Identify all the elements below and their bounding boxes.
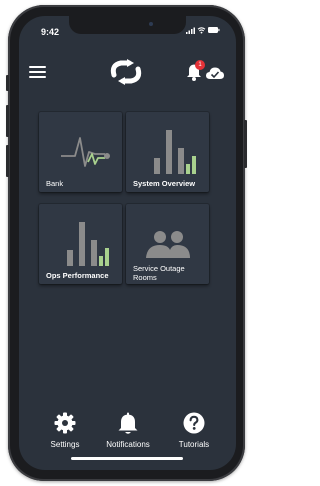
gear-icon [54, 412, 76, 434]
notification-badge: 1 [195, 60, 205, 70]
battery-icon [208, 27, 220, 33]
hamburger-line [29, 66, 46, 68]
people-group-icon [146, 231, 190, 258]
tile-bank[interactable]: Bank [39, 112, 122, 192]
hamburger-line [29, 71, 46, 73]
nav-tutorials[interactable]: Tutorials [164, 412, 224, 452]
nav-label: Settings [50, 440, 80, 449]
tile-system-overview[interactable]: System Overview [126, 112, 209, 192]
cloud-check-icon [206, 67, 224, 79]
tile-ops-performance[interactable]: Ops Performance [39, 204, 122, 284]
power-button [244, 120, 247, 168]
app-logo [106, 57, 146, 92]
signal-icon [186, 27, 195, 34]
tile-label: Bank [46, 179, 64, 188]
tile-label: Service Outage Rooms [133, 264, 185, 282]
bar-chart-icon [154, 130, 196, 174]
wifi-icon [197, 27, 206, 32]
hamburger-line [29, 76, 46, 78]
bottom-nav: Settings Notifications Tutorials [19, 412, 236, 452]
front-camera [149, 22, 153, 26]
menu-button[interactable] [29, 66, 49, 80]
volume-down-button [6, 145, 9, 177]
tile-label: Ops Performance [46, 271, 109, 280]
app-screen: 9:42 1 Bank System Overview Ops Performa… [19, 16, 236, 470]
notch [69, 16, 186, 34]
bell-icon [118, 412, 138, 434]
nav-label: Tutorials [178, 440, 210, 449]
nav-notifications[interactable]: Notifications [98, 412, 158, 452]
home-indicator[interactable] [71, 457, 183, 460]
volume-up-button [6, 105, 9, 137]
tile-service-outage-rooms[interactable]: Service Outage Rooms [126, 204, 209, 284]
help-icon [183, 412, 205, 434]
mute-switch [6, 75, 9, 91]
nav-label: Notifications [106, 440, 150, 449]
sync-status-button[interactable] [205, 66, 225, 85]
pulse-chart-icon [61, 137, 110, 167]
status-icons [186, 26, 220, 34]
status-time: 9:42 [41, 27, 60, 37]
bar-chart-icon [67, 222, 109, 266]
nav-settings[interactable]: Settings [35, 412, 95, 452]
tile-label: System Overview [133, 179, 196, 188]
header-notifications-button[interactable]: 1 [184, 60, 205, 82]
logo-icon [110, 60, 142, 84]
